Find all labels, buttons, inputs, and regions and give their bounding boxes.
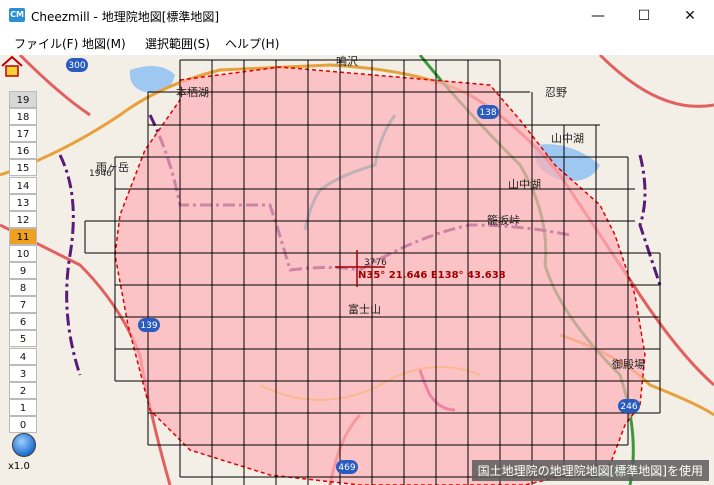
- map-view[interactable]: 300 138 139 469 246 鳴沢 忍野 山中湖 山中湖 雨ヶ岳 19…: [0, 55, 714, 485]
- zoom-level-9[interactable]: 9: [9, 262, 37, 279]
- zoom-level-15[interactable]: 15: [9, 159, 37, 177]
- route-246-label: 246: [620, 402, 637, 412]
- label-amagatake-elev: 1946: [89, 169, 112, 179]
- zoom-level-5[interactable]: 5: [9, 330, 37, 348]
- window-title: Cheezmill - 地理院地図[標準地図]: [31, 10, 220, 24]
- menu-selection[interactable]: 選択範囲(S): [145, 35, 210, 52]
- label-motosu: 本栖湖: [176, 86, 209, 99]
- zoom-level-10[interactable]: 10: [9, 244, 37, 262]
- zoom-level-16[interactable]: 16: [9, 142, 37, 160]
- zoom-level-2[interactable]: 2: [9, 381, 37, 399]
- zoom-level-7[interactable]: 7: [9, 296, 37, 314]
- label-kagosaka: 籠坂峠: [487, 214, 520, 227]
- title-bar: CM Cheezmill - 地理院地図[標準地図] — ☐ ✕: [0, 0, 714, 31]
- zoom-level-3[interactable]: 3: [9, 364, 37, 382]
- label-gotemba: 御殿場: [612, 358, 645, 371]
- zoom-level-6[interactable]: 6: [9, 313, 37, 331]
- zoom-level-13[interactable]: 13: [9, 193, 37, 211]
- menu-file[interactable]: ファイル(F): [14, 35, 78, 52]
- route-138-label: 138: [479, 108, 496, 118]
- label-oshino: 忍野: [545, 86, 567, 99]
- coordinate-readout: N35° 21.646 E138° 43.638: [358, 270, 506, 281]
- label-narusawa: 鳴沢: [336, 55, 358, 68]
- zoom-level-17[interactable]: 17: [9, 125, 37, 143]
- zoom-level-11[interactable]: 11: [9, 227, 37, 245]
- menu-help[interactable]: ヘルプ(H): [225, 35, 279, 52]
- label-fujisan: 富士山: [348, 303, 381, 316]
- menu-map[interactable]: 地図(M): [82, 35, 126, 52]
- map-canvas[interactable]: 300 138 139 469 246: [0, 55, 714, 485]
- app-icon: CM: [9, 8, 25, 22]
- zoom-level-12[interactable]: 12: [9, 210, 37, 228]
- route-139-label: 139: [140, 321, 157, 331]
- map-credit: 国土地理院の地理院地図[標準地図]を使用: [471, 460, 709, 481]
- zoom-level-19[interactable]: 19: [9, 91, 37, 108]
- zoom-level-0[interactable]: 0: [9, 415, 37, 433]
- maximize-button[interactable]: ☐: [621, 0, 667, 31]
- globe-icon[interactable]: [12, 433, 36, 457]
- label-yamanakako-lake: 山中湖: [551, 132, 584, 145]
- route-469-label: 469: [338, 463, 355, 473]
- scale-label: x1.0: [8, 461, 30, 472]
- zoom-level-14[interactable]: 14: [9, 176, 37, 194]
- close-button[interactable]: ✕: [667, 0, 713, 31]
- zoom-level-4[interactable]: 4: [9, 347, 37, 365]
- minimize-button[interactable]: —: [575, 0, 621, 31]
- zoom-level-1[interactable]: 1: [9, 398, 37, 416]
- menu-bar: ファイル(F) 地図(M) 選択範囲(S) ヘルプ(H): [0, 31, 714, 55]
- label-yamanakako-town: 山中湖: [508, 178, 541, 191]
- zoom-level-18[interactable]: 18: [9, 108, 37, 126]
- home-icon[interactable]: [0, 55, 24, 77]
- zoom-level-8[interactable]: 8: [9, 279, 37, 297]
- label-summit-elev: 3776: [364, 258, 387, 268]
- route-300-label: 300: [68, 61, 85, 71]
